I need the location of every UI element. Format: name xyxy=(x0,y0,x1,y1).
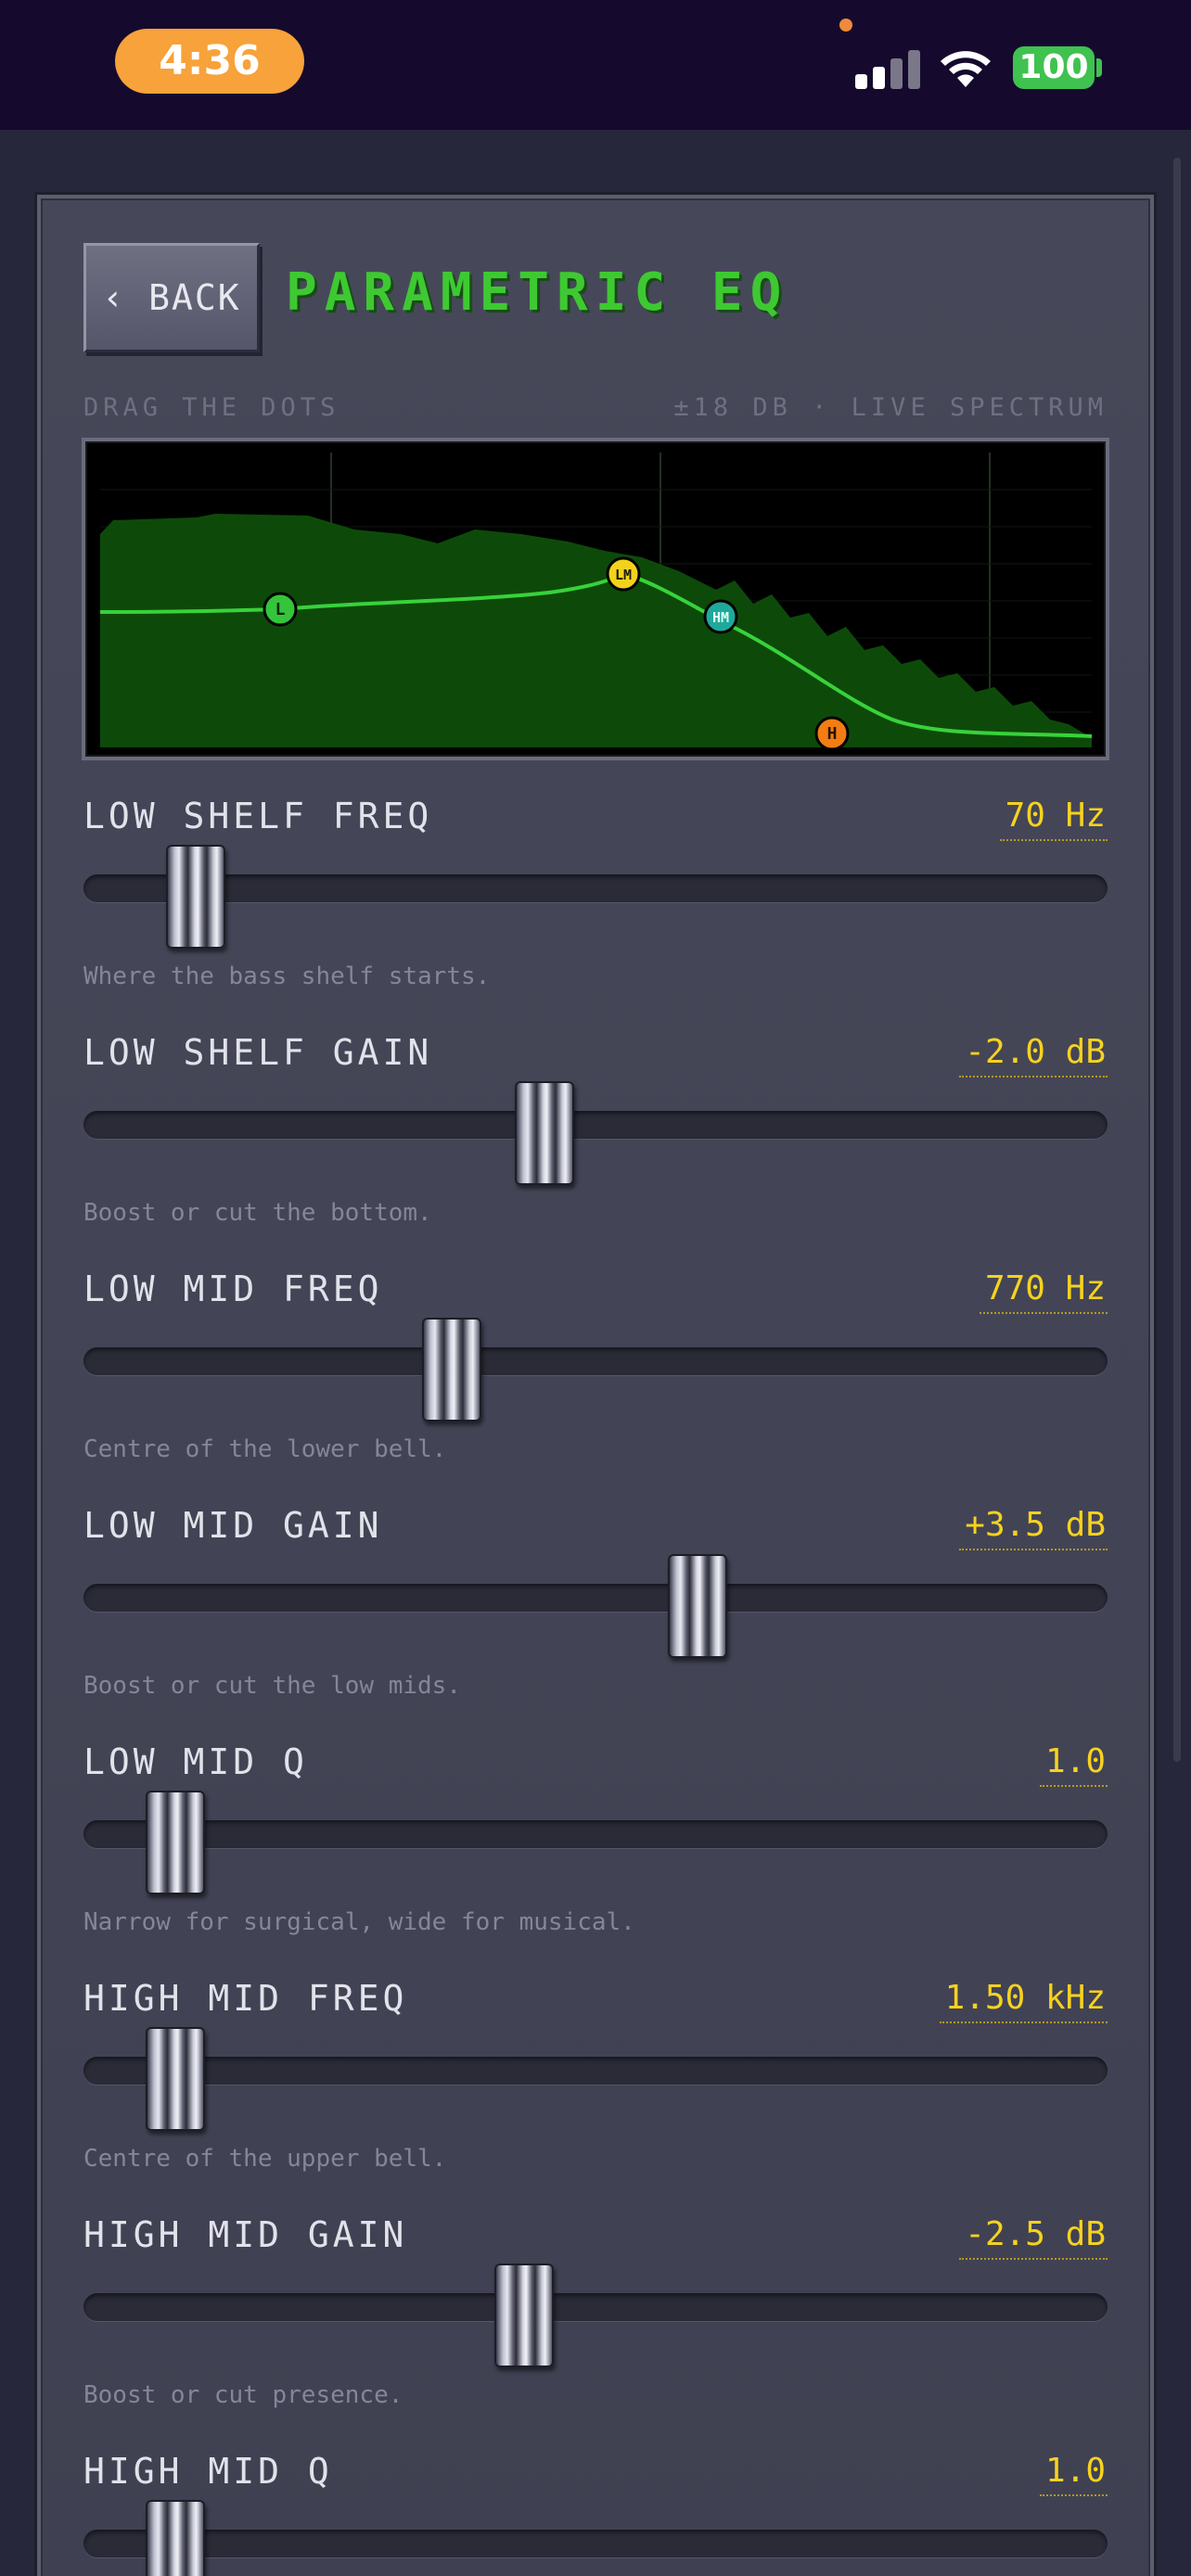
param-label: HIGH MID GAIN xyxy=(83,2214,408,2255)
param-row-low-mid-gain: LOW MID GAIN +3.5 dB Boost or cut the low … xyxy=(83,1502,1108,1739)
eq-node-l[interactable]: L xyxy=(263,592,298,627)
param-row-high-mid-freq: HIGH MID FREQ 1.50 kHz Centre of the upper… xyxy=(83,1975,1108,2212)
slider-track[interactable] xyxy=(83,1820,1108,1848)
param-row-low-mid-freq: LOW MID FREQ 770 Hz Centre of the lower be… xyxy=(83,1266,1108,1502)
status-bar: 4:36 100 xyxy=(0,0,1191,130)
eq-node-label: LM xyxy=(615,567,632,583)
param-label: HIGH MID FREQ xyxy=(83,1978,408,2019)
eq-hint-range: ±18 DB · LIVE SPECTRUM xyxy=(673,393,1108,422)
cellular-signal-icon xyxy=(855,46,920,89)
eq-spectrum xyxy=(100,514,1092,747)
param-value[interactable]: 70 Hz xyxy=(999,793,1108,841)
eq-node-lm[interactable]: LM xyxy=(606,556,641,592)
slider-thumb[interactable] xyxy=(668,1554,728,1658)
slider-thumb[interactable] xyxy=(514,1081,574,1185)
param-description: Centre of the upper bell. xyxy=(83,2145,447,2173)
status-time: 4:36 xyxy=(115,29,304,94)
param-description: Boost or cut the bottom. xyxy=(83,1199,432,1227)
eq-graph[interactable]: L LM HM H xyxy=(82,438,1109,760)
param-value[interactable]: 1.0 xyxy=(1039,2448,1108,2496)
param-label: LOW SHELF FREQ xyxy=(83,796,433,836)
slider-thumb[interactable] xyxy=(493,2264,554,2367)
eq-node-hm[interactable]: HM xyxy=(703,599,738,634)
param-row-high-mid-q: HIGH MID Q 1.0 xyxy=(83,2448,1108,2576)
param-value[interactable]: -2.5 dB xyxy=(959,2212,1108,2260)
slider-track[interactable] xyxy=(83,874,1108,902)
param-row-low-shelf-gain: LOW SHELF GAIN -2.0 dB Boost or cut the bo… xyxy=(83,1029,1108,1266)
param-description: Where the bass shelf starts. xyxy=(83,963,491,990)
eq-hint-drag: DRAG THE DOTS xyxy=(83,393,340,422)
param-description: Narrow for surgical, wide for musical. xyxy=(83,1908,635,1936)
eq-node-label: L xyxy=(275,600,286,619)
param-description: Boost or cut the low mids. xyxy=(83,1672,461,1700)
param-label: HIGH MID Q xyxy=(83,2451,333,2492)
slider-track[interactable] xyxy=(83,1347,1108,1375)
param-label: LOW MID Q xyxy=(83,1741,308,1782)
eq-node-h[interactable]: H xyxy=(814,716,850,751)
slider-track[interactable] xyxy=(83,2530,1108,2557)
back-button[interactable]: ‹ BACK xyxy=(83,243,260,352)
param-row-high-mid-gain: HIGH MID GAIN -2.5 dB Boost or cut presenc… xyxy=(83,2212,1108,2448)
param-label: LOW MID FREQ xyxy=(83,1269,383,1309)
param-label: LOW SHELF GAIN xyxy=(83,1032,433,1073)
slider-thumb[interactable] xyxy=(146,1791,206,1894)
slider-thumb[interactable] xyxy=(166,845,226,949)
param-value[interactable]: 1.0 xyxy=(1039,1739,1108,1787)
slider-track[interactable] xyxy=(83,2293,1108,2321)
wifi-icon xyxy=(941,51,991,87)
slider-thumb[interactable] xyxy=(146,2500,206,2576)
param-description: Centre of the lower bell. xyxy=(83,1435,447,1463)
param-row-low-shelf-freq: LOW SHELF FREQ 70 Hz Where the bass shelf … xyxy=(83,793,1108,1029)
eq-node-label: HM xyxy=(712,609,729,626)
param-value[interactable]: 770 Hz xyxy=(979,1266,1108,1314)
slider-thumb[interactable] xyxy=(146,2027,206,2131)
scrollbar[interactable] xyxy=(1173,158,1181,1762)
param-value[interactable]: +3.5 dB xyxy=(959,1502,1108,1550)
battery-nub xyxy=(1096,58,1102,77)
param-value[interactable]: 1.50 kHz xyxy=(939,1975,1108,2023)
param-value[interactable]: -2.0 dB xyxy=(959,1029,1108,1078)
slider-track[interactable] xyxy=(83,1111,1108,1139)
param-row-low-mid-q: LOW MID Q 1.0 Narrow for surgical, wide fo… xyxy=(83,1739,1108,1975)
slider-track[interactable] xyxy=(83,2057,1108,2085)
privacy-indicator-dot xyxy=(839,19,852,32)
slider-thumb[interactable] xyxy=(422,1318,482,1422)
page-title: PARAMETRIC EQ xyxy=(286,262,789,323)
param-label: LOW MID GAIN xyxy=(83,1505,383,1546)
param-description: Boost or cut presence. xyxy=(83,2381,403,2409)
battery-indicator: 100 xyxy=(1013,46,1095,89)
slider-track[interactable] xyxy=(83,1584,1108,1612)
eq-graph-canvas[interactable]: L LM HM H xyxy=(85,441,1106,757)
eq-node-label: H xyxy=(827,724,838,744)
